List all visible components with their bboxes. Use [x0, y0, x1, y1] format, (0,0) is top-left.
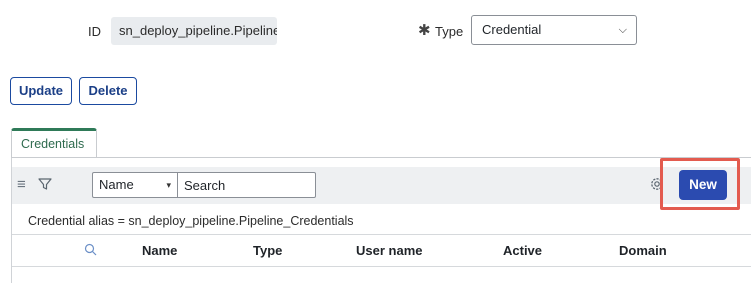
filter-breadcrumb[interactable]: Credential alias = sn_deploy_pipeline.Pi…	[28, 214, 354, 228]
tab-credentials[interactable]: Credentials	[11, 128, 97, 158]
funnel-icon[interactable]	[37, 176, 53, 192]
hamburger-icon[interactable]: ≡	[17, 176, 26, 193]
update-button[interactable]: Update	[10, 77, 72, 105]
new-button[interactable]: New	[679, 170, 727, 200]
required-marker: ✱	[418, 22, 431, 39]
search-field-value: Name	[99, 177, 134, 192]
column-header-type[interactable]: Type	[253, 243, 282, 258]
delete-button[interactable]: Delete	[79, 77, 137, 105]
type-select-value: Credential	[482, 22, 542, 37]
column-header-user-name[interactable]: User name	[356, 243, 422, 258]
id-field[interactable]: sn_deploy_pipeline.Pipeline	[111, 17, 277, 45]
header-divider-bottom	[12, 266, 751, 267]
id-label: ID	[88, 24, 101, 39]
search-icon[interactable]	[84, 243, 97, 256]
column-header-name[interactable]: Name	[142, 243, 177, 258]
type-select[interactable]: Credential ⌵	[471, 15, 637, 45]
search-input[interactable]	[178, 173, 314, 197]
type-label: Type	[435, 24, 464, 39]
header-divider-top	[12, 234, 751, 235]
search-field-select[interactable]: Name ▾	[93, 173, 177, 197]
column-header-domain[interactable]: Domain	[619, 243, 667, 258]
column-header-active[interactable]: Active	[503, 243, 542, 258]
caret-down-icon: ▾	[166, 180, 171, 190]
chevron-down-icon: ⌵	[618, 24, 627, 36]
